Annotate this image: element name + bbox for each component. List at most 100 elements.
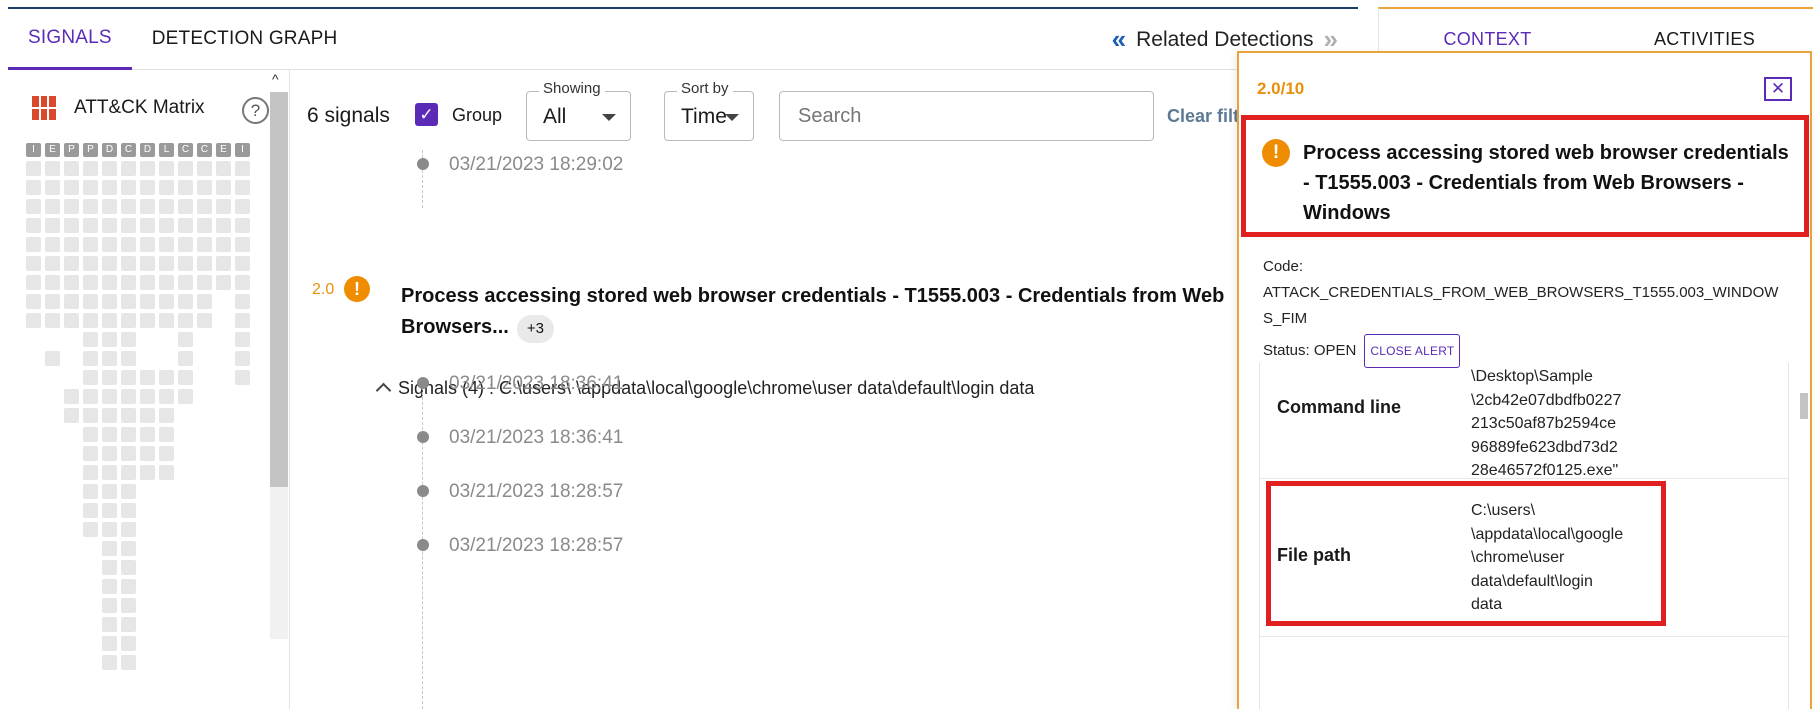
matrix-cell[interactable]	[197, 180, 212, 195]
matrix-cell[interactable]	[102, 579, 117, 594]
matrix-cell[interactable]	[178, 237, 193, 252]
matrix-cell[interactable]	[102, 503, 117, 518]
matrix-cell[interactable]	[197, 237, 212, 252]
detection-title[interactable]: Process accessing stored web browser cre…	[401, 281, 1242, 343]
matrix-cell[interactable]	[83, 180, 98, 195]
matrix-cell[interactable]	[102, 275, 117, 290]
matrix-cell[interactable]	[26, 199, 41, 214]
matrix-cell[interactable]	[159, 370, 174, 385]
matrix-cell[interactable]	[178, 313, 193, 328]
matrix-cell[interactable]	[121, 218, 136, 233]
matrix-cell[interactable]	[121, 313, 136, 328]
matrix-cell[interactable]	[197, 218, 212, 233]
matrix-cell[interactable]	[102, 484, 117, 499]
matrix-cell[interactable]	[140, 370, 155, 385]
matrix-cell[interactable]	[102, 617, 117, 632]
matrix-cell[interactable]	[121, 598, 136, 613]
matrix-cell[interactable]	[216, 180, 231, 195]
matrix-cell[interactable]	[83, 294, 98, 309]
matrix-cell[interactable]	[26, 218, 41, 233]
matrix-cell[interactable]	[235, 332, 250, 347]
matrix-cell[interactable]	[159, 218, 174, 233]
matrix-cell[interactable]	[64, 218, 79, 233]
matrix-cell[interactable]	[235, 180, 250, 195]
matrix-column-head[interactable]: P	[64, 143, 79, 157]
matrix-cell[interactable]	[178, 275, 193, 290]
matrix-cell[interactable]	[121, 579, 136, 594]
tab-context[interactable]: CONTEXT	[1379, 29, 1596, 50]
matrix-cell[interactable]	[83, 389, 98, 404]
matrix-cell[interactable]	[102, 541, 117, 556]
matrix-cell[interactable]	[102, 313, 117, 328]
matrix-cell[interactable]	[197, 313, 212, 328]
matrix-cell[interactable]	[178, 294, 193, 309]
matrix-cell[interactable]	[178, 161, 193, 176]
matrix-cell[interactable]	[159, 465, 174, 480]
matrix-cell[interactable]	[178, 256, 193, 271]
matrix-cell[interactable]	[178, 351, 193, 366]
matrix-cell[interactable]	[235, 294, 250, 309]
matrix-cell[interactable]	[64, 389, 79, 404]
matrix-cell[interactable]	[102, 408, 117, 423]
signal-timestamp[interactable]: 03/21/2023 18:29:02	[449, 154, 623, 176]
tab-signals[interactable]: SIGNALS	[8, 9, 132, 70]
matrix-cell[interactable]	[216, 275, 231, 290]
matrix-cell[interactable]	[64, 256, 79, 271]
matrix-cell[interactable]	[140, 256, 155, 271]
matrix-cell[interactable]	[140, 313, 155, 328]
matrix-cell[interactable]	[45, 180, 60, 195]
matrix-column-head[interactable]: P	[83, 143, 98, 157]
matrix-cell[interactable]	[140, 465, 155, 480]
matrix-cell[interactable]	[64, 408, 79, 423]
matrix-cell[interactable]	[197, 161, 212, 176]
matrix-cell[interactable]	[235, 256, 250, 271]
matrix-cell[interactable]	[159, 199, 174, 214]
matrix-cell[interactable]	[140, 275, 155, 290]
matrix-cell[interactable]	[83, 370, 98, 385]
matrix-cell[interactable]	[26, 161, 41, 176]
matrix-cell[interactable]	[121, 180, 136, 195]
signal-timestamp[interactable]: 03/21/2023 18:28:57	[449, 535, 623, 557]
matrix-cell[interactable]	[159, 294, 174, 309]
matrix-cell[interactable]	[26, 313, 41, 328]
double-chevron-left-icon[interactable]: «	[1112, 24, 1126, 55]
matrix-column-head[interactable]: L	[159, 143, 174, 157]
matrix-cell[interactable]	[64, 294, 79, 309]
matrix-cell[interactable]	[83, 465, 98, 480]
matrix-cell[interactable]	[140, 237, 155, 252]
matrix-cell[interactable]	[140, 294, 155, 309]
matrix-column-head[interactable]: C	[178, 143, 193, 157]
matrix-cell[interactable]	[102, 199, 117, 214]
matrix-cell[interactable]	[140, 389, 155, 404]
matrix-cell[interactable]	[102, 636, 117, 651]
search-input[interactable]	[779, 91, 1154, 141]
matrix-cell[interactable]	[197, 294, 212, 309]
matrix-cell[interactable]	[102, 598, 117, 613]
matrix-cell[interactable]	[216, 237, 231, 252]
matrix-cell[interactable]	[121, 636, 136, 651]
matrix-cell[interactable]	[45, 161, 60, 176]
matrix-cell[interactable]	[26, 180, 41, 195]
matrix-cell[interactable]	[235, 370, 250, 385]
matrix-cell[interactable]	[121, 655, 136, 670]
matrix-cell[interactable]	[216, 199, 231, 214]
matrix-cell[interactable]	[102, 655, 117, 670]
showing-select[interactable]: Showing All	[526, 80, 631, 141]
matrix-cell[interactable]	[83, 256, 98, 271]
matrix-cell[interactable]	[140, 180, 155, 195]
matrix-column-head[interactable]: C	[197, 143, 212, 157]
matrix-cell[interactable]	[216, 256, 231, 271]
matrix-cell[interactable]	[197, 275, 212, 290]
matrix-column-head[interactable]: I	[26, 143, 41, 157]
matrix-cell[interactable]	[83, 161, 98, 176]
matrix-cell[interactable]	[178, 332, 193, 347]
matrix-cell[interactable]	[178, 370, 193, 385]
matrix-cell[interactable]	[235, 218, 250, 233]
matrix-cell[interactable]	[64, 275, 79, 290]
matrix-cell[interactable]	[235, 351, 250, 366]
matrix-cell[interactable]	[121, 617, 136, 632]
matrix-cell[interactable]	[83, 218, 98, 233]
matrix-scrollbar-thumb[interactable]	[270, 92, 288, 487]
question-circle-icon[interactable]: ?	[242, 97, 269, 124]
matrix-cell[interactable]	[102, 351, 117, 366]
